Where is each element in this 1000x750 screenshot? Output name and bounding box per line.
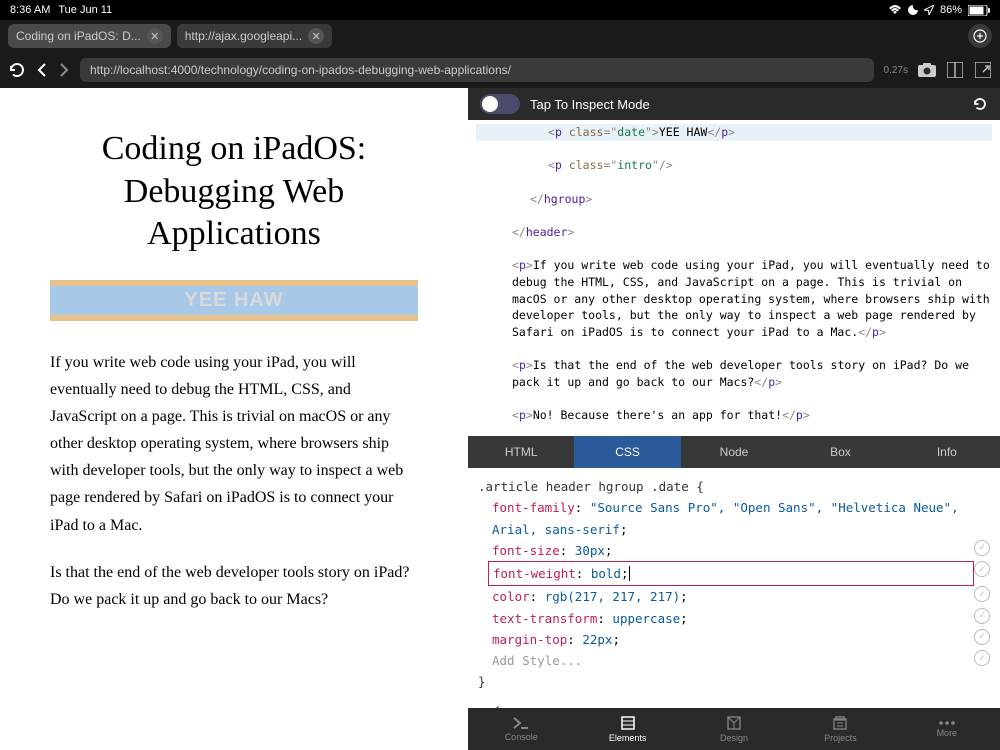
console-icon: [512, 716, 530, 730]
check-icon[interactable]: ✓: [974, 650, 990, 666]
tab-2[interactable]: http://ajax.googleapi... ✕: [177, 24, 332, 48]
camera-icon[interactable]: [918, 61, 936, 79]
design-icon: [726, 715, 742, 731]
add-style-button[interactable]: Add Style...: [492, 650, 990, 671]
battery-pct: 86%: [940, 4, 962, 16]
more-icon: [938, 720, 956, 726]
load-time: 0.27s: [884, 65, 908, 76]
bottom-tab-label: More: [937, 728, 958, 738]
wifi-icon: [888, 5, 902, 15]
inspector-tab-box[interactable]: Box: [787, 436, 893, 468]
moon-icon: [908, 5, 918, 15]
back-button[interactable]: [36, 62, 48, 78]
elements-icon: [620, 715, 636, 731]
reload-button[interactable]: [8, 61, 26, 79]
forward-button[interactable]: [58, 62, 70, 78]
tab-title: http://ajax.googleapi...: [185, 29, 302, 43]
tab-title: Coding on iPadOS: D...: [16, 29, 141, 43]
inspect-mode-label: Tap To Inspect Mode: [530, 97, 650, 112]
inspector-tab-html[interactable]: HTML: [468, 436, 574, 468]
css-selector: .article header hgroup .date {: [478, 476, 990, 497]
page-title: Coding on iPadOS: Debugging Web Applicat…: [50, 128, 418, 256]
paragraph-1: If you write web code using your iPad, y…: [50, 349, 418, 539]
battery-icon: [968, 5, 990, 16]
inspector-tab-node[interactable]: Node: [681, 436, 787, 468]
bottom-tab-label: Projects: [824, 733, 857, 743]
bottom-nav: Console Elements Design Projects More: [468, 708, 1000, 750]
inspector-tab-info[interactable]: Info: [894, 436, 1000, 468]
date-text: YEE HAW: [50, 286, 418, 315]
inspector-tabs: HTML CSS Node Box Info: [468, 436, 1000, 468]
status-date: Tue Jun 11: [58, 4, 112, 16]
bottom-tab-console[interactable]: Console: [468, 708, 574, 750]
css-close-brace: }: [478, 671, 990, 692]
css-rule-4[interactable]: text-transform: uppercase;✓: [492, 608, 990, 629]
bottom-tab-label: Console: [505, 732, 538, 742]
bottom-tab-design[interactable]: Design: [681, 708, 787, 750]
close-icon[interactable]: ✕: [147, 28, 163, 44]
css-rule-3[interactable]: color: rgb(217, 217, 217);✓: [492, 586, 990, 607]
html-source[interactable]: <p class="date">YEE HAW</p> <p class="in…: [468, 120, 1000, 436]
nav-bar: http://localhost:4000/technology/coding-…: [0, 52, 1000, 88]
inspector-tab-css[interactable]: CSS: [574, 436, 680, 468]
location-icon: [924, 5, 934, 15]
inspect-mode-bar: Tap To Inspect Mode: [468, 88, 1000, 120]
css-rule-5[interactable]: margin-top: 22px;✓: [492, 629, 990, 650]
bottom-tab-label: Design: [720, 733, 748, 743]
inspect-toggle[interactable]: [480, 94, 520, 114]
css-panel[interactable]: .article header hgroup .date { font-fami…: [468, 468, 1000, 708]
bottom-tab-elements[interactable]: Elements: [574, 708, 680, 750]
bottom-tab-label: Elements: [609, 733, 647, 743]
projects-icon: [832, 715, 848, 731]
browser-tabs: Coding on iPadOS: D... ✕ http://ajax.goo…: [0, 20, 1000, 52]
tab-1[interactable]: Coding on iPadOS: D... ✕: [8, 24, 171, 48]
css-rule-1[interactable]: font-size: 30px;✓: [492, 540, 990, 561]
paragraph-2: Is that the end of the web developer too…: [50, 559, 418, 613]
bottom-tab-more[interactable]: More: [894, 708, 1000, 750]
close-icon[interactable]: ✕: [308, 28, 324, 44]
columns-icon[interactable]: [946, 61, 964, 79]
url-input[interactable]: http://localhost:4000/technology/coding-…: [80, 58, 874, 82]
page-preview[interactable]: Coding on iPadOS: Debugging Web Applicat…: [0, 88, 468, 750]
new-tab-button[interactable]: [968, 24, 992, 48]
inspector-panel: Tap To Inspect Mode <p class="date">YEE …: [468, 88, 1000, 750]
status-bar: 8:36 AM Tue Jun 11 86%: [0, 0, 1000, 20]
url-text: http://localhost:4000/technology/coding-…: [90, 63, 511, 77]
bottom-tab-projects[interactable]: Projects: [787, 708, 893, 750]
refresh-icon[interactable]: [972, 96, 988, 112]
status-time: 8:36 AM: [10, 4, 50, 16]
css-rule-2[interactable]: font-weight: bold; ✓: [492, 561, 990, 586]
css-next-selector: p {: [478, 701, 990, 709]
date-highlight: YEE HAW: [50, 280, 418, 321]
export-icon[interactable]: [974, 61, 992, 79]
css-rule-0[interactable]: font-family: "Source Sans Pro", "Open Sa…: [492, 497, 990, 540]
